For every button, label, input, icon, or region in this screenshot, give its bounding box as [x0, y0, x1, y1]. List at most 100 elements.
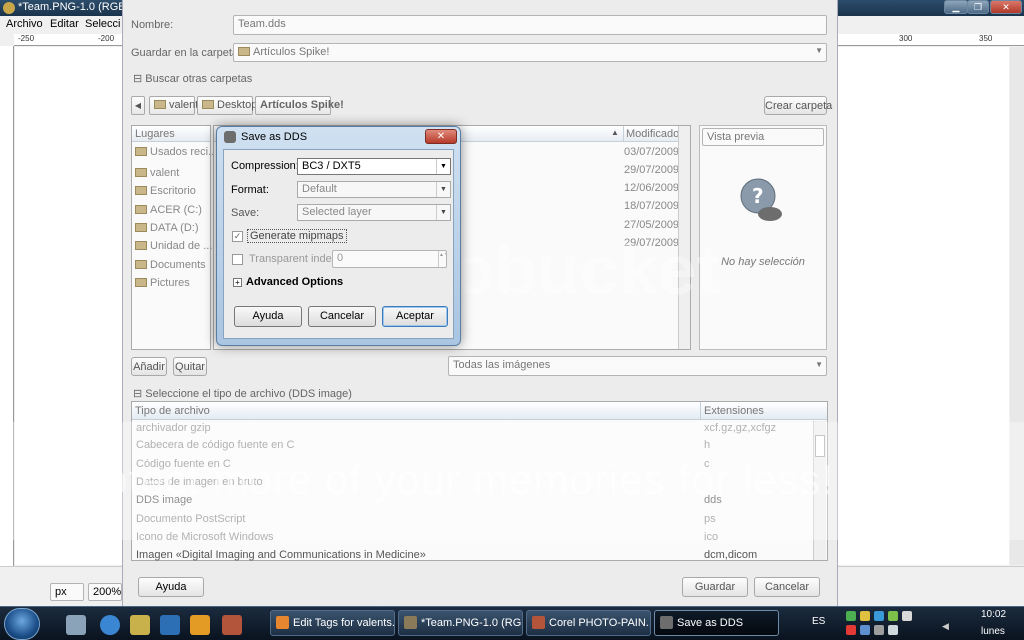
file-date: 12/06/2009 [624, 182, 680, 194]
path-button-desktop[interactable]: Desktop [197, 96, 257, 115]
filetype-name-header[interactable]: Tipo de archivo [135, 405, 210, 417]
path-back-arrow-icon[interactable]: ◀ [131, 96, 145, 115]
start-button-windows-icon[interactable] [4, 608, 40, 640]
tray-icon[interactable] [888, 625, 898, 635]
format-select[interactable]: Default ▼ [297, 181, 451, 198]
compression-label: Compression: [231, 160, 299, 172]
place-recent[interactable]: Usados reci... [135, 146, 217, 158]
clock-day[interactable]: lunes [981, 626, 1005, 637]
drive-icon [135, 223, 147, 232]
menu-archivo[interactable]: Archivo [6, 18, 43, 30]
zoom-select[interactable]: 200% [88, 583, 122, 601]
media-player-icon[interactable] [190, 615, 210, 635]
file-filter-combo[interactable]: Todas las imágenes ▼ [448, 356, 827, 376]
browse-folders-toggle[interactable]: ⊟ Buscar otras carpetas [133, 72, 252, 85]
tray-icon[interactable] [874, 611, 884, 621]
chevron-down-icon: ▼ [436, 182, 450, 197]
save-as-dds-dialog: Save as DDS ✕ Compression: BC3 / DXT5 ▼ … [216, 126, 461, 346]
place-escritorio[interactable]: Escritorio [135, 185, 196, 197]
places-header[interactable]: Lugares [132, 126, 210, 142]
name-label: Nombre: [131, 19, 174, 31]
show-desktop-icon[interactable] [66, 615, 86, 635]
ruler-label: 300 [899, 34, 913, 43]
dds-dialog-body: Compression: BC3 / DXT5 ▼ Format: Defaul… [223, 149, 454, 339]
filetype-row-name[interactable]: Imagen «Digital Imaging and Communicatio… [136, 549, 426, 561]
dds-cancel-button[interactable]: Cancelar [308, 306, 376, 327]
compression-select[interactable]: BC3 / DXT5 ▼ [297, 158, 451, 175]
path-button-valent[interactable]: valent [149, 96, 198, 115]
place-unidad[interactable]: Unidad de ... [135, 240, 212, 252]
save-layer-select[interactable]: Selected layer ▼ [297, 204, 451, 221]
task-save-as-dds[interactable]: Save as DDS [654, 610, 779, 636]
dds-ok-button[interactable]: Aceptar [382, 306, 448, 327]
format-label: Format: [231, 184, 269, 196]
tray-icon[interactable] [846, 611, 856, 621]
desktop-icon [135, 186, 147, 195]
place-data[interactable]: DATA (D:) [135, 222, 198, 234]
internet-explorer-icon[interactable] [100, 615, 120, 635]
tray-icon[interactable] [860, 625, 870, 635]
task-gimp[interactable]: *Team.PNG-1.0 (RG... [398, 610, 523, 636]
maximize-icon[interactable]: ❐ [967, 0, 989, 14]
tray-icon[interactable] [902, 611, 912, 621]
close-icon[interactable]: ✕ [990, 0, 1022, 14]
remove-bookmark-button[interactable]: Quitar [173, 357, 207, 376]
add-bookmark-button[interactable]: Añadir [131, 357, 167, 376]
filetype-ext-header[interactable]: Extensiones [700, 402, 767, 419]
file-date: 18/07/2009 [624, 200, 680, 212]
task-label: Save as DDS [677, 617, 744, 629]
place-documents[interactable]: Documents [135, 259, 206, 271]
chevron-down-icon: ▼ [815, 360, 823, 369]
dds-help-button[interactable]: Ayuda [234, 306, 302, 327]
expand-plus-icon[interactable]: + [233, 278, 242, 287]
language-indicator[interactable]: ES [812, 616, 825, 627]
clock-icon [135, 147, 147, 156]
place-label: Documents [150, 259, 206, 271]
outlook-icon[interactable] [130, 615, 150, 635]
corel-icon[interactable] [222, 615, 242, 635]
folder-combo[interactable]: Artículos Spike! ▼ [233, 43, 827, 62]
path-button-articulos[interactable]: Artículos Spike! [255, 96, 344, 115]
sort-arrow-icon[interactable]: ▲ [611, 128, 619, 137]
unit-select[interactable]: px [50, 583, 84, 601]
place-pictures[interactable]: Pictures [135, 277, 190, 289]
file-date: 29/07/2009 [624, 164, 680, 176]
filetype-toggle[interactable]: ⊟ Seleccione el tipo de archivo (DDS ima… [133, 387, 352, 400]
window-switcher-icon[interactable] [160, 615, 180, 635]
clock-time[interactable]: 10:02 [981, 609, 1006, 620]
tray-icon[interactable] [888, 611, 898, 621]
task-corel[interactable]: Corel PHOTO-PAIN... [526, 610, 651, 636]
transparent-index-checkbox[interactable] [232, 254, 243, 265]
close-icon[interactable]: ✕ [425, 129, 457, 144]
place-valent[interactable]: valent [135, 167, 179, 179]
place-label: DATA (D:) [150, 222, 199, 234]
cancel-button[interactable]: Cancelar [754, 577, 820, 597]
save-label: Save: [231, 207, 260, 219]
place-acer[interactable]: ACER (C:) [135, 204, 202, 216]
minimize-icon[interactable]: ▁ [944, 0, 968, 14]
help-button[interactable]: Ayuda [138, 577, 204, 597]
create-folder-button[interactable]: Crear carpeta [764, 96, 832, 115]
mipmaps-label: Generate mipmaps [247, 229, 347, 243]
tray-icon[interactable] [860, 611, 870, 621]
gimp-window-title: *Team.PNG-1.0 (RGB, 1 [18, 1, 138, 13]
filetype-row-ext: dcm,dicom [704, 549, 758, 561]
tray-icon[interactable] [846, 625, 856, 635]
transparent-index-spin[interactable]: 0 ▲▼ [332, 250, 447, 268]
place-label: Unidad de ... [150, 240, 213, 252]
menu-seleccion[interactable]: Selecci [85, 18, 120, 30]
chevron-down-icon: ▼ [436, 159, 450, 174]
system-tray: ES ◀ 10:02 lunes [806, 607, 1024, 640]
advanced-options-label[interactable]: Advanced Options [246, 276, 343, 288]
network-icon[interactable] [874, 625, 884, 635]
save-button[interactable]: Guardar [682, 577, 748, 597]
volume-icon[interactable]: ◀ [942, 621, 949, 632]
menu-editar[interactable]: Editar [50, 18, 79, 30]
mipmaps-checkbox[interactable]: ✓ [232, 231, 243, 242]
places-pane: Lugares Usados reci... valent Escritorio… [131, 125, 217, 350]
spin-arrows-icon[interactable]: ▲▼ [438, 251, 446, 267]
modified-column-header[interactable]: Modificado [623, 126, 681, 141]
task-edit-tags[interactable]: Edit Tags for valents... [270, 610, 395, 636]
task-label: Edit Tags for valents... [293, 617, 395, 629]
filename-input[interactable]: Team.dds [233, 15, 827, 35]
